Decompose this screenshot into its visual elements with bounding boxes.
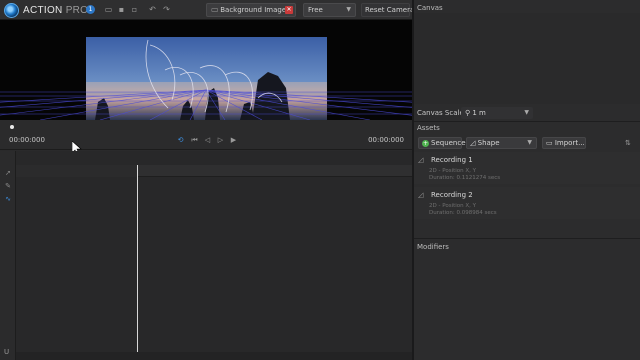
list-item[interactable]: ◿ Recording 1 2D - Position X, Y Duratio… (414, 152, 640, 184)
timeline-toolbar: ➚ ✎ ∿ U (0, 151, 16, 360)
recording-duration: Duration: 0.1121274 secs (429, 175, 501, 181)
timeline-footer-label: U (4, 348, 10, 356)
curve-tool-icon[interactable]: ∿ (4, 195, 12, 203)
background-image-button[interactable]: ▭ Background Image... ✕ (206, 3, 296, 17)
sort-icon[interactable]: ⇅ (625, 139, 631, 147)
import-label: Import... (554, 139, 585, 147)
import-icon: ▭ (546, 139, 553, 147)
skip-to-start-icon[interactable]: ⏮ (190, 136, 199, 145)
undo-icon[interactable]: ↶ (148, 5, 157, 14)
play-icon[interactable]: ▶ (229, 136, 238, 145)
background-image-label: Background Image... (220, 6, 293, 14)
chevron-down-icon: ▼ (524, 109, 529, 116)
timeline-ruler[interactable] (137, 165, 412, 177)
shape-label: Shape (477, 139, 500, 147)
save-icon[interactable]: ▪ (117, 5, 126, 14)
app-brand: ACTION PRO (23, 5, 88, 16)
redo-icon[interactable]: ↷ (162, 5, 171, 14)
view-mode-value: Free (308, 6, 323, 14)
step-back-icon[interactable]: ◁ (203, 136, 212, 145)
image-icon: ▭ (211, 5, 219, 14)
recording-type: 2D - Position X, Y (429, 203, 477, 209)
view-mode-select[interactable]: Free ▼ (303, 3, 356, 17)
add-sequence-button[interactable]: + Sequence (418, 137, 466, 149)
modifiers-section-title: Modifiers (417, 243, 449, 251)
loop-icon[interactable]: ⟲ (176, 136, 185, 145)
remove-background-button[interactable]: ✕ (285, 6, 293, 14)
canvas-scale-select[interactable]: ⚲ 1 m ▼ (461, 107, 533, 119)
import-button[interactable]: ▭ Import... (542, 137, 586, 149)
top-toolbar: ACTION PRO 1 ▭ ▪ ▫ ↶ ↷ ▭ Background Imag… (0, 0, 414, 20)
shape-dropdown[interactable]: ◿ Shape ▼ (466, 137, 537, 149)
right-panel: Canvas Canvas Scale: ⚲ 1 m ▼ Assets + Seq… (414, 0, 640, 360)
current-time: 00:00:000 (9, 136, 45, 144)
list-item[interactable]: ◿ Recording 2 2D - Position X, Y Duratio… (414, 187, 640, 219)
scrubber-handle[interactable] (10, 125, 14, 129)
step-forward-icon[interactable]: ▷ (216, 136, 225, 145)
recording-type: 2D - Position X, Y (429, 168, 477, 174)
chevron-down-icon: ▼ (527, 139, 532, 146)
app-logo-icon (4, 3, 19, 18)
brand-action: ACTION (23, 5, 63, 16)
recording-icon: ◿ (418, 191, 424, 199)
plus-icon: + (422, 139, 429, 147)
pen-tool-icon[interactable]: ✎ (4, 182, 12, 190)
select-tool-icon[interactable]: ➚ (4, 169, 12, 177)
canvas-preview[interactable] (414, 13, 640, 104)
track-header-area (16, 165, 137, 177)
reset-camera-button[interactable]: Reset Camera (361, 3, 414, 17)
3d-viewport[interactable] (0, 20, 412, 120)
divider (414, 238, 640, 239)
end-time: 00:00:000 (368, 136, 404, 144)
folder-open-icon[interactable]: ▭ (104, 5, 113, 14)
recording-duration: Duration: 0.098984 secs (429, 210, 497, 216)
timeline-panel[interactable]: ➚ ✎ ∿ U (0, 151, 412, 360)
recording-title: Recording 2 (431, 191, 473, 199)
playhead[interactable] (137, 165, 138, 355)
brand-pro: PRO (65, 5, 89, 16)
recording-title: Recording 1 (431, 156, 473, 164)
shape-icon: ◿ (470, 139, 476, 147)
chevron-down-icon: ▼ (346, 6, 351, 13)
save-as-icon[interactable]: ▫ (130, 5, 139, 14)
canvas-scale-label: Canvas Scale: (417, 109, 467, 117)
canvas-scale-value: 1 m (472, 109, 486, 117)
sequence-label: Sequence (431, 139, 466, 147)
version-badge: 1 (86, 5, 95, 14)
canvas-section-title: Canvas (417, 4, 443, 12)
assets-section-title: Assets (417, 124, 440, 132)
search-icon: ⚲ (465, 109, 471, 117)
divider (414, 121, 640, 122)
timeline-scrollbar[interactable] (16, 352, 412, 360)
transport-bar: 00:00:000 ⟲ ⏮ ◁ ▷ ▶ 00:00:000 (0, 120, 412, 150)
viewport-scene (0, 37, 412, 120)
recording-icon: ◿ (418, 156, 424, 164)
